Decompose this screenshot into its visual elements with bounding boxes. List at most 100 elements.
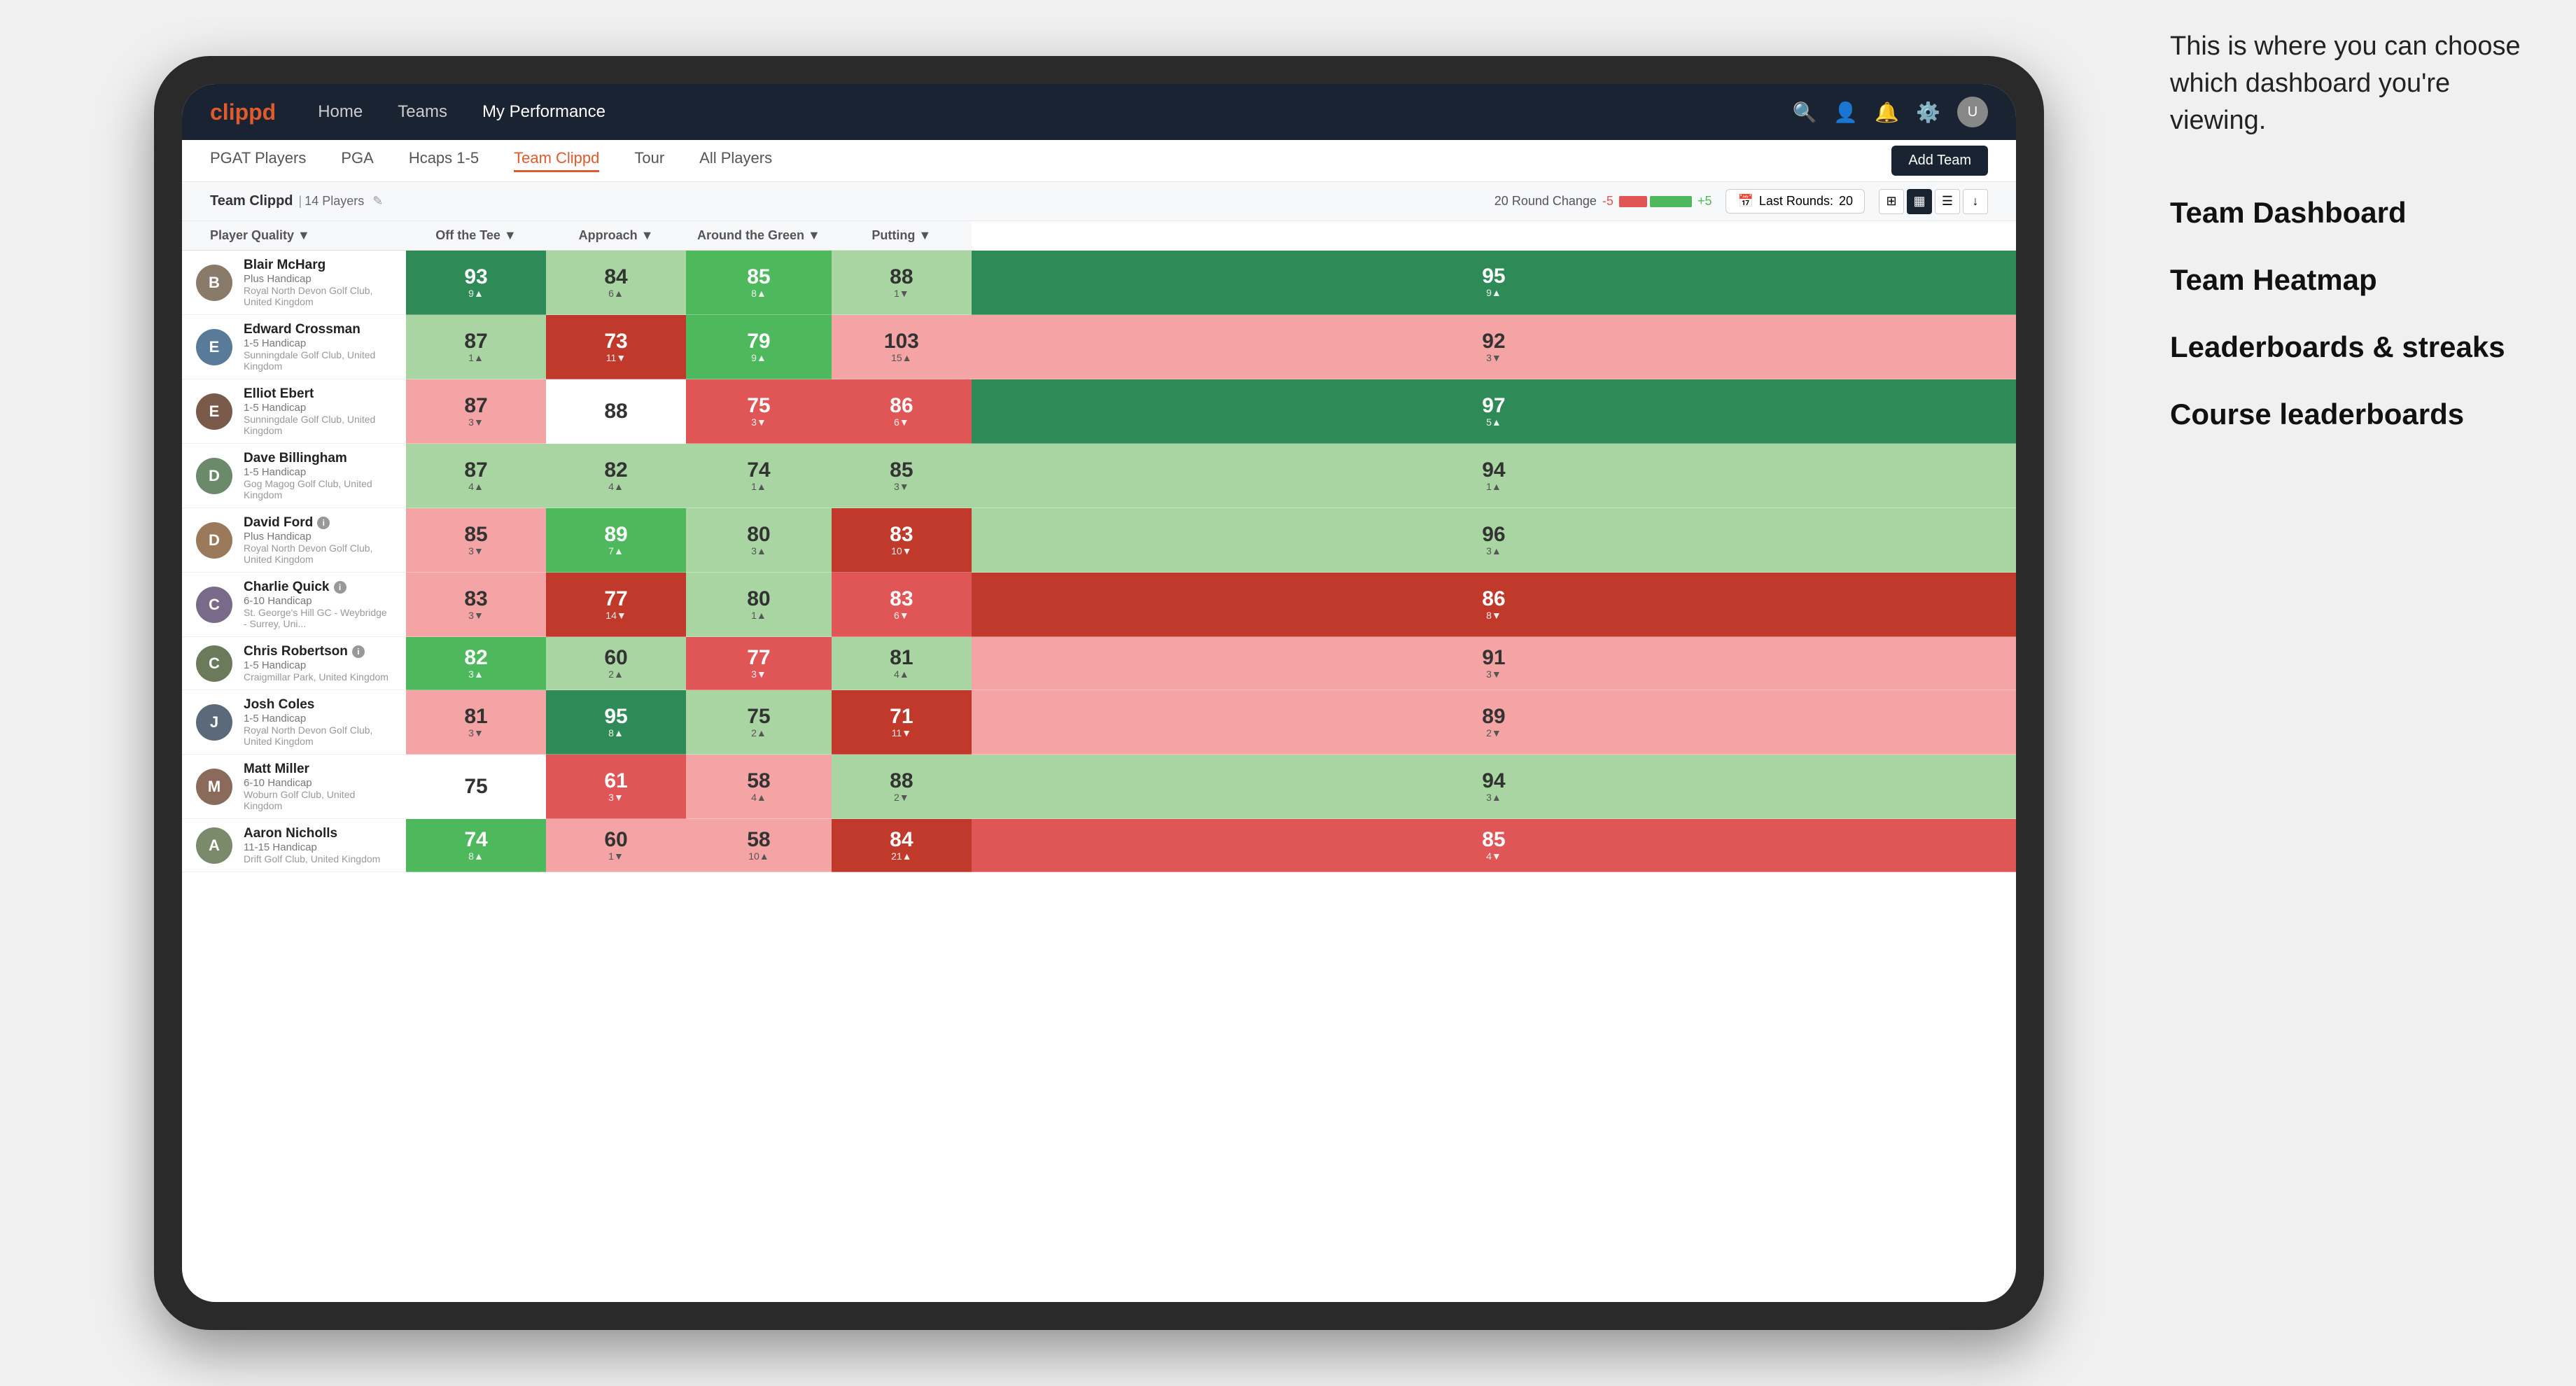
player-cell-3[interactable]: D Dave Billingham 1-5 Handicap Gog Magog…	[182, 444, 406, 508]
score-number-7-3: 71	[890, 706, 913, 727]
player-details-7: Josh Coles 1-5 Handicap Royal North Devo…	[244, 697, 392, 747]
score-change: 10▲	[748, 850, 769, 862]
table-header-row: Player Quality ▼ Off the Tee ▼ Approach …	[182, 221, 2016, 251]
score-cell-9-1: 60 1▼	[546, 819, 686, 872]
score-change: 3▲	[468, 668, 484, 680]
download-button[interactable]: ↓	[1963, 189, 1988, 214]
settings-icon[interactable]: ⚙️	[1916, 101, 1940, 124]
score-number-2-4: 97	[1482, 396, 1505, 416]
subnav: PGAT Players PGA Hcaps 1-5 Team Clippd T…	[182, 140, 2016, 182]
score-cell-6-1: 60 2▲	[546, 637, 686, 690]
col-header-putting[interactable]: Putting ▼	[832, 221, 972, 251]
col-header-around[interactable]: Around the Green ▼	[686, 221, 832, 251]
table-row: C Chris Robertson i 1-5 Handicap Craigmi…	[182, 637, 2016, 690]
score-cell-7-0: 81 3▼	[406, 690, 546, 755]
player-avatar-7: J	[196, 704, 232, 741]
player-cell-9[interactable]: A Aaron Nicholls 11-15 Handicap Drift Go…	[182, 819, 406, 872]
score-number-3-4: 94	[1482, 460, 1505, 481]
info-icon: i	[334, 581, 346, 594]
nav-link-teams[interactable]: Teams	[398, 102, 447, 122]
score-cell-8-1: 61 3▼	[546, 755, 686, 819]
subnav-tour[interactable]: Tour	[634, 149, 664, 172]
score-cell-5-3: 83 6▼	[832, 573, 972, 637]
player-cell-0[interactable]: B Blair McHarg Plus Handicap Royal North…	[182, 251, 406, 315]
player-handicap-8: 6-10 Handicap	[244, 777, 392, 789]
grid-view-button[interactable]: ⊞	[1879, 189, 1904, 214]
player-cell-6[interactable]: C Chris Robertson i 1-5 Handicap Craigmi…	[182, 637, 406, 690]
last-rounds-label: Last Rounds:	[1759, 194, 1833, 209]
score-number-3-0: 87	[464, 460, 487, 481]
player-details-2: Elliot Ebert 1-5 Handicap Sunningdale Go…	[244, 386, 392, 436]
score-box-8-0: 75	[406, 762, 546, 812]
player-cell-1[interactable]: E Edward Crossman 1-5 Handicap Sunningda…	[182, 315, 406, 379]
score-number-1-3: 103	[884, 331, 919, 352]
table-row: A Aaron Nicholls 11-15 Handicap Drift Go…	[182, 819, 2016, 872]
score-cell-2-0: 87 3▼	[406, 379, 546, 444]
player-cell-8[interactable]: M Matt Miller 6-10 Handicap Woburn Golf …	[182, 755, 406, 819]
view-toggle: ⊞ ▦ ☰ ↓	[1879, 189, 1988, 214]
score-number-9-4: 85	[1482, 830, 1505, 850]
player-details-6: Chris Robertson i 1-5 Handicap Craigmill…	[244, 644, 388, 682]
score-box-8-1: 61 3▼	[546, 762, 686, 812]
score-change: 2▼	[1486, 727, 1502, 738]
table-wrapper[interactable]: Player Quality ▼ Off the Tee ▼ Approach …	[182, 221, 2016, 1302]
score-number-0-0: 93	[464, 267, 487, 288]
player-club-9: Drift Golf Club, United Kingdom	[244, 853, 380, 864]
subnav-hcaps[interactable]: Hcaps 1-5	[409, 149, 479, 172]
score-cell-6-0: 82 3▲	[406, 637, 546, 690]
player-cell-7[interactable]: J Josh Coles 1-5 Handicap Royal North De…	[182, 690, 406, 755]
add-team-button[interactable]: Add Team	[1891, 146, 1988, 176]
player-name-8: Matt Miller	[244, 762, 392, 777]
subnav-pga[interactable]: PGA	[341, 149, 373, 172]
score-table: Player Quality ▼ Off the Tee ▼ Approach …	[182, 221, 2016, 872]
col-header-player[interactable]: Player Quality ▼	[182, 221, 406, 251]
player-details-1: Edward Crossman 1-5 Handicap Sunningdale…	[244, 322, 392, 372]
score-cell-9-0: 74 8▲	[406, 819, 546, 872]
score-change: 3▼	[1486, 668, 1502, 680]
col-header-tee[interactable]: Off the Tee ▼	[406, 221, 546, 251]
list-view-button[interactable]: ☰	[1935, 189, 1960, 214]
player-club-6: Craigmillar Park, United Kingdom	[244, 671, 388, 682]
player-cell-4[interactable]: D David Ford i Plus Handicap Royal North…	[182, 508, 406, 573]
last-rounds-button[interactable]: 📅 Last Rounds: 20	[1726, 189, 1865, 214]
nav-link-my-performance[interactable]: My Performance	[482, 102, 606, 122]
score-number-8-4: 94	[1482, 771, 1505, 792]
score-box-5-1: 77 14▼	[546, 580, 686, 630]
score-box-4-4: 96 3▲	[972, 515, 2016, 566]
change-bar	[1619, 196, 1692, 207]
score-number-6-2: 77	[747, 648, 770, 668]
score-number-9-0: 74	[464, 830, 487, 850]
score-change: 10▼	[891, 545, 911, 556]
score-change: 1▼	[894, 288, 909, 299]
user-avatar[interactable]: U	[1957, 97, 1988, 127]
score-number-4-0: 85	[464, 524, 487, 545]
score-number-1-4: 92	[1482, 331, 1505, 352]
score-cell-0-2: 85 8▲	[686, 251, 832, 315]
score-number-7-0: 81	[464, 706, 487, 727]
score-cell-4-3: 83 10▼	[832, 508, 972, 573]
score-change: 3▼	[468, 545, 484, 556]
calendar-icon: 📅	[1737, 194, 1753, 209]
edit-team-icon[interactable]: ✎	[372, 194, 383, 209]
player-details-8: Matt Miller 6-10 Handicap Woburn Golf Cl…	[244, 762, 392, 811]
player-name-0: Blair McHarg	[244, 258, 392, 273]
subnav-all-players[interactable]: All Players	[699, 149, 772, 172]
player-cell-5[interactable]: C Charlie Quick i 6-10 Handicap St. Geor…	[182, 573, 406, 637]
heatmap-view-button[interactable]: ▦	[1907, 189, 1932, 214]
player-name-6: Chris Robertson i	[244, 644, 388, 659]
subnav-team-clippd[interactable]: Team Clippd	[514, 149, 599, 172]
player-details-3: Dave Billingham 1-5 Handicap Gog Magog G…	[244, 451, 392, 500]
score-number-1-0: 87	[464, 331, 487, 352]
score-change: 3▼	[894, 481, 909, 492]
notification-icon[interactable]: 🔔	[1875, 101, 1899, 124]
score-change: 1▼	[608, 850, 624, 862]
score-cell-4-2: 80 3▲	[686, 508, 832, 573]
score-number-9-2: 58	[747, 830, 770, 850]
col-header-approach[interactable]: Approach ▼	[546, 221, 686, 251]
nav-link-home[interactable]: Home	[318, 102, 363, 122]
search-icon[interactable]: 🔍	[1793, 101, 1817, 124]
player-avatar-5: C	[196, 587, 232, 623]
profile-icon[interactable]: 👤	[1833, 101, 1858, 124]
player-cell-2[interactable]: E Elliot Ebert 1-5 Handicap Sunningdale …	[182, 379, 406, 444]
subnav-pgat-players[interactable]: PGAT Players	[210, 149, 306, 172]
